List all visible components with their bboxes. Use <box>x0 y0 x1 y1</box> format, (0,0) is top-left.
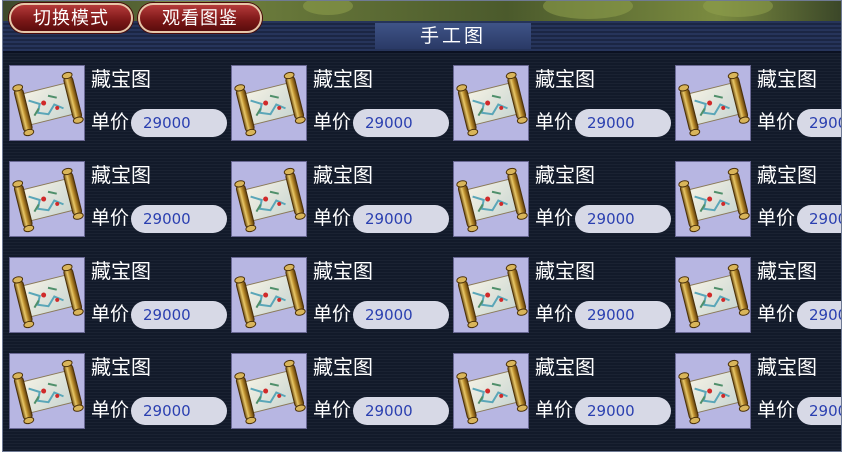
price-field[interactable]: 29000 <box>797 205 841 233</box>
item-slot[interactable]: 藏宝图单价29000 <box>669 151 841 247</box>
item-name: 藏宝图 <box>313 355 373 379</box>
item-grid: 藏宝图单价29000藏宝图单价29000藏宝图单价29000藏宝图单价29000… <box>3 53 841 451</box>
item-name: 藏宝图 <box>757 259 817 283</box>
item-slot[interactable]: 藏宝图单价29000 <box>3 343 227 439</box>
item-slot[interactable]: 藏宝图单价29000 <box>447 343 671 439</box>
price-label: 单价 <box>91 303 130 325</box>
price-field[interactable]: 29000 <box>353 205 449 233</box>
price-label: 单价 <box>535 207 574 229</box>
item-slot[interactable]: 藏宝图单价29000 <box>225 343 449 439</box>
price-field[interactable]: 29000 <box>575 397 671 425</box>
item-name: 藏宝图 <box>91 163 151 187</box>
treasure-map-icon[interactable] <box>231 353 307 429</box>
item-name: 藏宝图 <box>535 163 595 187</box>
price-field[interactable]: 29000 <box>797 109 841 137</box>
price-label: 单价 <box>313 303 352 325</box>
shop-window: 切换模式 观看图鉴 手工图 藏宝图 单价 29000 藏宝图 单价 29000 藏宝图 单价 2… <box>2 0 842 452</box>
price-label: 单价 <box>757 303 796 325</box>
item-slot[interactable]: 藏宝图单价29000 <box>225 247 449 343</box>
price-label: 单价 <box>91 207 130 229</box>
item-name: 藏宝图 <box>535 259 595 283</box>
page-title: 手工图 <box>375 23 531 49</box>
item-slot[interactable]: 藏宝图单价29000 <box>447 247 671 343</box>
price-field[interactable]: 29000 <box>131 205 227 233</box>
treasure-map-icon[interactable] <box>675 161 751 237</box>
price-field[interactable]: 29000 <box>131 397 227 425</box>
price-field[interactable]: 29000 <box>797 397 841 425</box>
price-label: 单价 <box>535 399 574 421</box>
item-name: 藏宝图 <box>757 67 817 91</box>
item-name: 藏宝图 <box>91 355 151 379</box>
treasure-map-icon[interactable] <box>453 161 529 237</box>
item-name: 藏宝图 <box>313 163 373 187</box>
item-name: 藏宝图 <box>535 67 595 91</box>
view-gallery-button[interactable]: 观看图鉴 <box>138 3 262 33</box>
item-name: 藏宝图 <box>757 355 817 379</box>
price-label: 单价 <box>313 111 352 133</box>
item-slot[interactable]: 藏宝图单价29000 <box>669 55 841 151</box>
item-slot[interactable]: 藏宝图单价29000 <box>225 55 449 151</box>
treasure-map-icon[interactable] <box>9 65 85 141</box>
treasure-map-icon[interactable] <box>453 257 529 333</box>
price-label: 单价 <box>313 207 352 229</box>
item-name: 藏宝图 <box>757 163 817 187</box>
treasure-map-icon[interactable] <box>453 353 529 429</box>
price-label: 单价 <box>535 111 574 133</box>
price-field[interactable]: 29000 <box>353 397 449 425</box>
price-field[interactable]: 29000 <box>353 301 449 329</box>
treasure-map-icon[interactable] <box>9 257 85 333</box>
price-label: 单价 <box>91 111 130 133</box>
price-field[interactable]: 29000 <box>797 301 841 329</box>
price-field[interactable]: 29000 <box>575 301 671 329</box>
price-field[interactable]: 29000 <box>353 109 449 137</box>
price-label: 单价 <box>757 207 796 229</box>
treasure-map-icon[interactable] <box>9 161 85 237</box>
price-field[interactable]: 29000 <box>575 109 671 137</box>
treasure-map-icon[interactable] <box>675 353 751 429</box>
item-name: 藏宝图 <box>313 67 373 91</box>
item-name: 藏宝图 <box>91 259 151 283</box>
treasure-map-icon[interactable] <box>231 161 307 237</box>
item-slot[interactable]: 藏宝图单价29000 <box>225 151 449 247</box>
price-label: 单价 <box>535 303 574 325</box>
price-label: 单价 <box>757 111 796 133</box>
item-slot[interactable]: 藏宝图单价29000 <box>3 55 227 151</box>
treasure-map-icon[interactable] <box>453 65 529 141</box>
treasure-map-icon[interactable] <box>9 353 85 429</box>
switch-mode-button[interactable]: 切换模式 <box>9 3 133 33</box>
price-label: 单价 <box>313 399 352 421</box>
treasure-map-icon[interactable] <box>231 65 307 141</box>
price-field[interactable]: 29000 <box>131 301 227 329</box>
item-slot[interactable]: 藏宝图单价29000 <box>3 151 227 247</box>
item-name: 藏宝图 <box>535 355 595 379</box>
item-slot[interactable]: 藏宝图单价29000 <box>447 55 671 151</box>
price-field[interactable]: 29000 <box>131 109 227 137</box>
price-label: 单价 <box>91 399 130 421</box>
item-slot[interactable]: 藏宝图单价29000 <box>669 343 841 439</box>
treasure-map-icon[interactable] <box>675 65 751 141</box>
price-label: 单价 <box>757 399 796 421</box>
treasure-map-icon[interactable] <box>675 257 751 333</box>
treasure-map-icon[interactable] <box>231 257 307 333</box>
item-slot[interactable]: 藏宝图单价29000 <box>669 247 841 343</box>
price-field[interactable]: 29000 <box>575 205 671 233</box>
item-name: 藏宝图 <box>313 259 373 283</box>
item-slot[interactable]: 藏宝图单价29000 <box>447 151 671 247</box>
item-name: 藏宝图 <box>91 67 151 91</box>
item-slot[interactable]: 藏宝图单价29000 <box>3 247 227 343</box>
